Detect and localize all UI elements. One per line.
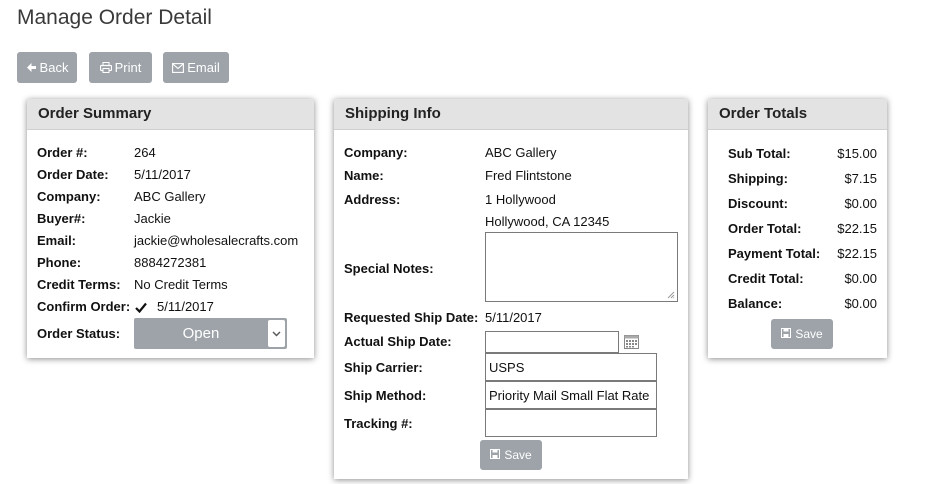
email-button[interactable]: Email <box>163 52 229 83</box>
order-totals-panel: Order Totals Sub Total: $15.00 Shipping:… <box>708 99 887 358</box>
print-button-label: Print <box>114 60 142 75</box>
special-notes-label: Special Notes: <box>344 261 434 276</box>
requested-ship-date-label: Requested Ship Date: <box>344 310 479 325</box>
company-label: Company: <box>37 189 101 204</box>
ship-address-line1: 1 Hollywood <box>485 192 556 207</box>
tracking-label: Tracking #: <box>344 416 413 431</box>
confirm-order-date: 5/11/2017 <box>157 299 214 314</box>
order-summary-title: Order Summary <box>27 99 314 130</box>
email-label: Email: <box>37 233 77 248</box>
shipping-save-button[interactable]: Save <box>480 440 542 470</box>
page-title: Manage Order Detail <box>17 6 212 29</box>
discount-label: Discount: <box>728 196 788 211</box>
order-totals-title: Order Totals <box>708 99 887 130</box>
buyer-label: Buyer#: <box>37 211 86 226</box>
chevron-down-icon <box>268 320 285 347</box>
back-button[interactable]: Back <box>17 52 77 83</box>
ship-method-input[interactable]: Priority Mail Small Flat Rate <box>485 381 657 409</box>
calendar-icon[interactable] <box>624 335 639 354</box>
ship-company-label: Company: <box>344 145 408 160</box>
totals-save-label: Save <box>795 327 823 341</box>
order-summary-panel: Order Summary Order #: 264 Order Date: 5… <box>27 99 314 358</box>
company-value: ABC Gallery <box>134 189 206 204</box>
totals-save-button[interactable]: Save <box>771 319 833 349</box>
envelope-icon <box>172 62 185 73</box>
order-date-label: Order Date: <box>37 167 109 182</box>
shipping-total-value: $7.15 <box>844 171 877 186</box>
email-value: jackie@wholesalecrafts.com <box>134 233 299 248</box>
print-icon <box>99 62 112 73</box>
special-notes-textarea[interactable] <box>485 232 678 302</box>
payment-total-label: Payment Total: <box>728 246 821 261</box>
order-total-label: Order Total: <box>728 221 802 236</box>
subtotal-value: $15.00 <box>837 146 877 161</box>
save-disk-icon <box>490 448 501 462</box>
payment-total-value: $22.15 <box>837 246 877 261</box>
subtotal-label: Sub Total: <box>728 146 791 161</box>
credit-total-label: Credit Total: <box>728 271 804 286</box>
confirm-order-label: Confirm Order: <box>37 299 131 314</box>
arrow-left-icon <box>26 62 37 73</box>
shipping-info-panel: Shipping Info Company: ABC Gallery Name:… <box>334 99 688 479</box>
actual-ship-date-label: Actual Ship Date: <box>344 334 452 349</box>
order-total-value: $22.15 <box>837 221 877 236</box>
order-date-value: 5/11/2017 <box>134 167 191 182</box>
discount-value: $0.00 <box>844 196 877 211</box>
buyer-value: Jackie <box>134 211 171 226</box>
balance-value: $0.00 <box>844 296 877 311</box>
shipping-save-label: Save <box>504 448 532 462</box>
actual-ship-date-input[interactable] <box>485 331 619 353</box>
checkmark-icon <box>135 300 147 318</box>
order-number-label: Order #: <box>37 145 88 160</box>
ship-address-line2: Hollywood, CA 12345 <box>485 214 610 229</box>
credit-total-value: $0.00 <box>844 271 877 286</box>
ship-method-value: Priority Mail Small Flat Rate <box>489 387 650 403</box>
credit-terms-value: No Credit Terms <box>134 277 228 292</box>
order-status-value: Open <box>182 325 220 342</box>
ship-company-value: ABC Gallery <box>485 145 557 160</box>
requested-ship-date-value: 5/11/2017 <box>485 310 542 325</box>
email-button-label: Email <box>187 60 220 75</box>
ship-carrier-label: Ship Carrier: <box>344 360 423 375</box>
shipping-total-label: Shipping: <box>728 171 788 186</box>
order-number-value: 264 <box>134 145 156 160</box>
ship-carrier-value: USPS <box>489 359 525 375</box>
phone-label: Phone: <box>37 255 82 270</box>
save-disk-icon <box>781 327 792 341</box>
balance-label: Balance: <box>728 296 783 311</box>
resize-handle-icon[interactable] <box>667 291 675 299</box>
credit-terms-label: Credit Terms: <box>37 277 121 292</box>
ship-carrier-input[interactable]: USPS <box>485 353 657 381</box>
ship-name-label: Name: <box>344 168 384 183</box>
back-button-label: Back <box>39 60 69 75</box>
print-button[interactable]: Print <box>89 52 152 83</box>
tracking-input[interactable] <box>485 409 657 437</box>
order-status-select[interactable]: Open <box>134 318 287 349</box>
order-status-label: Order Status: <box>37 326 121 341</box>
ship-address-label: Address: <box>344 192 401 207</box>
ship-name-value: Fred Flintstone <box>485 168 572 183</box>
shipping-info-title: Shipping Info <box>334 99 688 130</box>
ship-method-label: Ship Method: <box>344 388 427 403</box>
phone-value: 8884272381 <box>134 255 207 270</box>
